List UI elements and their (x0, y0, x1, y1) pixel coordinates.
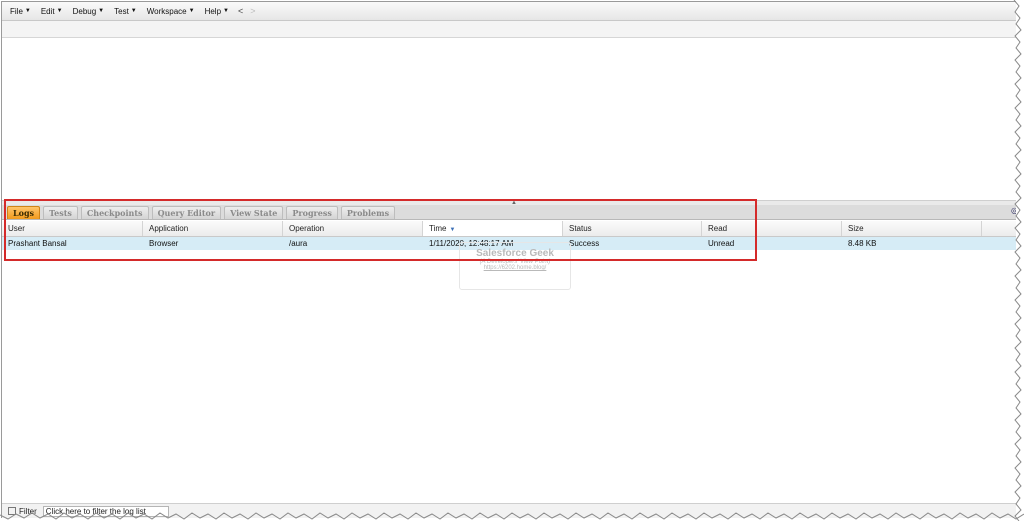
menu-file[interactable]: File ▼ (8, 7, 33, 16)
forward-button[interactable]: > (250, 6, 255, 16)
developer-console-window: File ▼ Edit ▼ Debug ▼ Test ▼ Workspace ▼ Help… (1, 1, 1016, 518)
menu-workspace-label: Workspace (146, 6, 187, 16)
editor-tab-bar (2, 21, 1016, 38)
column-header-size[interactable]: Size (842, 221, 982, 236)
watermark-url: https://6202.home.blog/ (483, 265, 547, 271)
menu-bar: File ▼ Edit ▼ Debug ▼ Test ▼ Workspace ▼ Help… (2, 2, 1016, 21)
menu-help-label: Help (204, 6, 222, 16)
menu-edit-label: Edit (40, 6, 55, 16)
chevron-down-icon: ▼ (223, 8, 229, 14)
chevron-down-icon: ▼ (24, 8, 31, 14)
chevron-down-icon: ▼ (98, 8, 105, 14)
menu-workspace[interactable]: Workspace ▼ (145, 7, 197, 16)
menu-debug-label: Debug (72, 6, 97, 16)
annotation-highlight-box (4, 199, 757, 261)
torn-edge-right (1013, 0, 1022, 521)
cell-size: 8.48 KB (848, 239, 877, 248)
torn-edge-bottom (0, 512, 1024, 520)
chevron-down-icon: ▼ (130, 8, 137, 14)
chevron-down-icon: ▼ (188, 8, 195, 14)
menu-test[interactable]: Test ▼ (112, 7, 139, 16)
menu-edit[interactable]: Edit ▼ (39, 7, 65, 16)
column-size-label: Size (848, 224, 864, 233)
menu-test-label: Test (114, 6, 129, 16)
menu-debug[interactable]: Debug ▼ (71, 7, 107, 16)
chevron-down-icon: ▼ (56, 8, 63, 14)
menu-help[interactable]: Help ▼ (203, 7, 231, 16)
back-button[interactable]: < (238, 6, 243, 16)
menu-file-label: File (10, 6, 23, 16)
